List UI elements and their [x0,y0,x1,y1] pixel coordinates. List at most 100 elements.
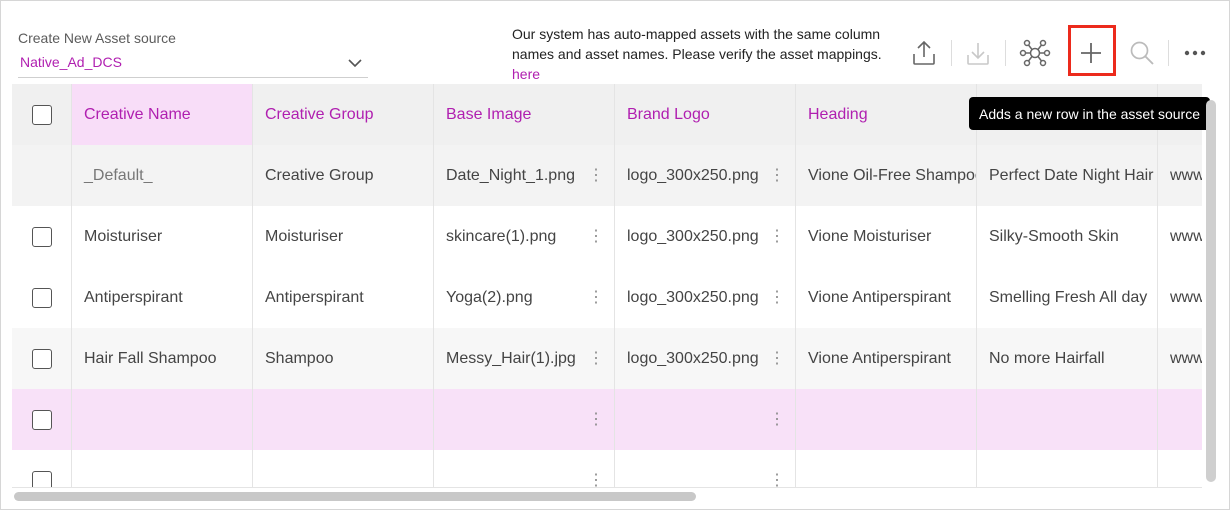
table-cell[interactable]: Vione Oil-Free Shampoo [796,145,977,206]
search-button[interactable] [1122,28,1162,78]
table-cell[interactable] [796,389,977,450]
cell-menu-icon[interactable]: ⋮ [769,228,785,245]
table-cell[interactable] [1158,450,1202,487]
table-cell[interactable]: Vione Moisturiser [796,206,977,267]
table-cell[interactable] [977,450,1158,487]
cell-menu-icon[interactable]: ⋮ [769,411,785,428]
cell-menu-icon[interactable]: ⋮ [588,411,604,428]
cell-menu-icon[interactable]: ⋮ [588,289,604,306]
table-cell[interactable]: Shampoo [253,328,434,389]
header-select-cell [12,84,72,145]
table-cell[interactable]: Perfect Date Night Hair [977,145,1158,206]
add-row-highlight [1068,25,1116,76]
network-icon [1019,39,1051,67]
cell-text: logo_300x250.png [627,166,759,184]
more-options-button[interactable] [1175,28,1215,78]
row-checkbox[interactable] [31,409,52,430]
table-cell[interactable]: logo_300x250.png ⋮ [615,267,796,328]
select-all-checkbox[interactable] [31,104,52,125]
table-cell[interactable]: Vione Antiperspirant [796,267,977,328]
cell-text: Messy_Hair(1).jpg [446,349,576,367]
table-cell[interactable]: Date_Night_1.png ⋮ [434,145,615,206]
table-cell[interactable]: Hair Fall Shampoo [72,328,253,389]
column-header[interactable]: Creative Group [253,84,434,145]
table-cell[interactable] [253,450,434,487]
table-cell[interactable]: Antiperspirant [72,267,253,328]
cell-menu-icon[interactable]: ⋮ [769,167,785,184]
asset-table: Creative Name Creative Group Base Image … [12,84,1202,487]
column-header[interactable]: Creative Name [72,84,253,145]
row-checkbox[interactable] [31,348,52,369]
cell-menu-icon[interactable]: ⋮ [769,289,785,306]
table-cell[interactable]: ⋮ [434,450,615,487]
table-cell[interactable]: skincare(1).png ⋮ [434,206,615,267]
table-cell[interactable]: Yoga(2).png ⋮ [434,267,615,328]
table-row[interactable]: Moisturiser Moisturiser skincare(1).png ⋮… [12,206,1202,267]
download-button[interactable] [958,28,998,78]
table-row[interactable]: ⋮ ⋮ [12,450,1202,487]
table-cell[interactable] [1158,389,1202,450]
table-cell[interactable]: Silky-Smooth Skin [977,206,1158,267]
upload-button[interactable] [904,28,944,78]
table-bottom-border [12,487,1202,488]
column-header[interactable]: Base Image [434,84,615,145]
row-select-cell [12,389,72,450]
cell-text: logo_300x250.png [627,227,759,245]
table-row-default[interactable]: _Default_ Creative Group Date_Night_1.pn… [12,145,1202,206]
table-row-new[interactable]: ⋮ ⋮ [12,389,1202,450]
table-row[interactable]: Antiperspirant Antiperspirant Yoga(2).pn… [12,267,1202,328]
table-cell[interactable] [253,389,434,450]
table-cell[interactable]: logo_300x250.png ⋮ [615,145,796,206]
cell-menu-icon[interactable]: ⋮ [769,472,785,487]
table-cell[interactable]: www [1158,267,1202,328]
row-select-cell [12,328,72,389]
table-cell[interactable]: _Default_ [72,145,253,206]
horizontal-scrollbar[interactable] [14,492,696,501]
table-cell[interactable] [72,389,253,450]
table-cell[interactable]: Moisturiser [253,206,434,267]
cell-text: skincare(1).png [446,227,557,245]
row-select-cell [12,450,72,487]
table-cell[interactable]: No more Hairfall [977,328,1158,389]
table-cell[interactable]: www [1158,328,1202,389]
table-cell[interactable] [796,450,977,487]
cell-text: Date_Night_1.png [446,166,575,184]
row-checkbox[interactable] [31,470,52,487]
row-checkbox[interactable] [31,226,52,247]
table-cell[interactable] [977,389,1158,450]
table-cell[interactable]: logo_300x250.png ⋮ [615,206,796,267]
upload-icon [913,40,935,65]
table-cell[interactable]: Moisturiser [72,206,253,267]
column-header[interactable]: Heading [796,84,977,145]
table-cell[interactable]: ⋮ [615,389,796,450]
row-select-cell [12,145,72,206]
table-cell[interactable]: www [1158,145,1202,206]
table-cell[interactable]: Smelling Fresh All day [977,267,1158,328]
cell-menu-icon[interactable]: ⋮ [588,167,604,184]
add-row-tooltip: Adds a new row in the asset source [969,97,1210,130]
search-icon [1130,41,1154,65]
cell-text: Yoga(2).png [446,288,533,306]
cell-menu-icon[interactable]: ⋮ [588,228,604,245]
table-cell[interactable]: Creative Group [253,145,434,206]
more-icon [1184,50,1206,56]
cell-text: logo_300x250.png [627,349,759,367]
table-cell[interactable]: logo_300x250.png ⋮ [615,328,796,389]
table-cell[interactable] [72,450,253,487]
row-select-cell [12,267,72,328]
cell-menu-icon[interactable]: ⋮ [588,472,604,487]
column-header[interactable]: Brand Logo [615,84,796,145]
table-cell[interactable]: ⋮ [615,450,796,487]
cell-menu-icon[interactable]: ⋮ [769,350,785,367]
row-checkbox[interactable] [31,287,52,308]
mapping-button[interactable] [1015,28,1055,78]
table-cell[interactable]: Messy_Hair(1).jpg ⋮ [434,328,615,389]
table-cell[interactable]: www [1158,206,1202,267]
table-cell[interactable]: Vione Antiperspirant [796,328,977,389]
table-cell[interactable]: Antiperspirant [253,267,434,328]
cell-menu-icon[interactable]: ⋮ [588,350,604,367]
table-row[interactable]: Hair Fall Shampoo Shampoo Messy_Hair(1).… [12,328,1202,389]
table-cell[interactable]: ⋮ [434,389,615,450]
download-icon [967,43,989,65]
vertical-scrollbar[interactable] [1206,100,1216,482]
